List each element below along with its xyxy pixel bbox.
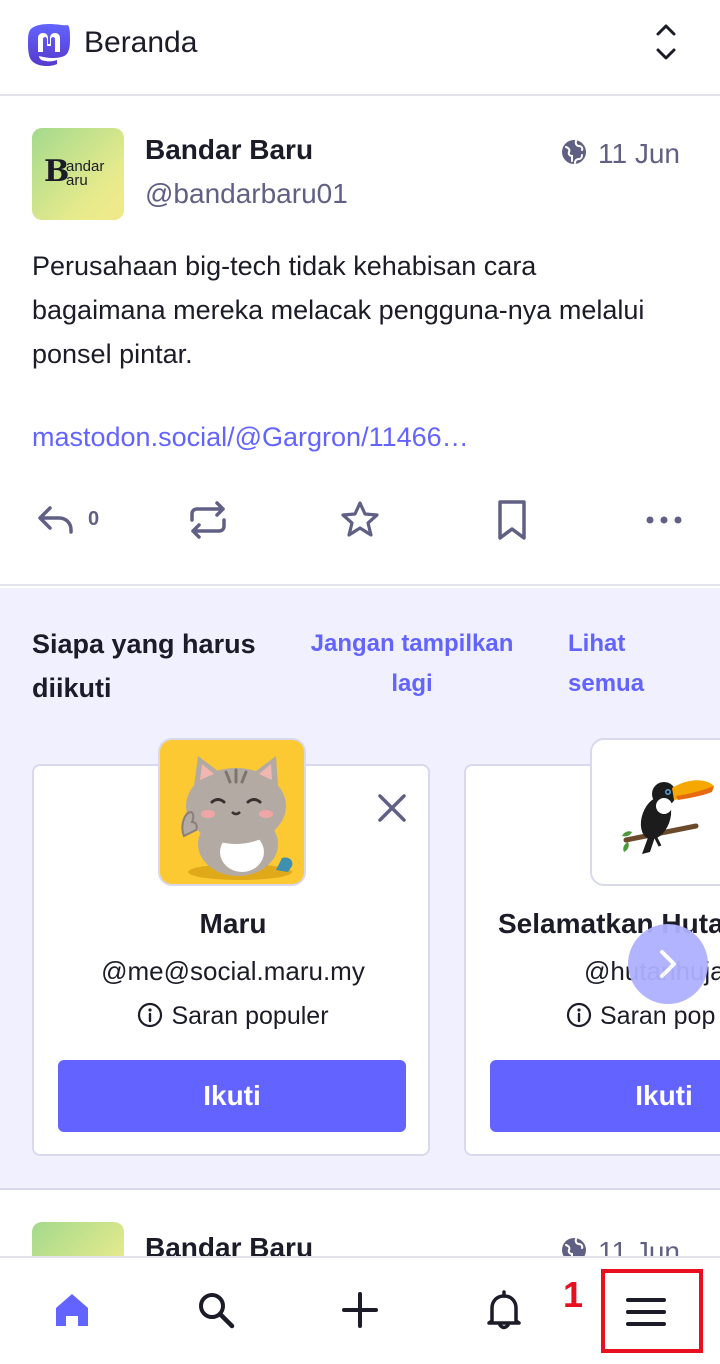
carousel-next-button[interactable] — [628, 924, 708, 1004]
avatar[interactable]: B andar aru — [32, 128, 124, 220]
author-display-name[interactable]: Bandar Baru — [145, 1232, 313, 1256]
suggestion-handle: @me@social.maru.my — [101, 956, 365, 986]
suggestion-reason-text: Saran populer — [171, 1002, 329, 1030]
cat-avatar-icon — [181, 756, 293, 880]
dismiss-suggestions-button[interactable]: Jangan tampilkan lagi — [300, 624, 524, 704]
bell-icon[interactable] — [484, 1290, 524, 1330]
home-icon[interactable] — [52, 1290, 92, 1330]
compose-icon[interactable] — [340, 1290, 380, 1330]
bookmark-icon[interactable] — [490, 498, 534, 542]
post-date[interactable]: 11 Jun — [598, 138, 680, 170]
avatar[interactable] — [32, 1222, 124, 1256]
chevron-up-down-icon[interactable] — [644, 20, 688, 64]
suggestion-name[interactable]: Maru — [34, 908, 432, 940]
info-icon — [566, 1002, 592, 1028]
post-date[interactable]: 11 Jun — [598, 1236, 680, 1256]
status-post[interactable]: Bandar Baru 11 Jun — [0, 1192, 720, 1256]
close-icon[interactable] — [374, 790, 410, 826]
reply-count: 0 — [88, 508, 100, 530]
annotation-number: 1 — [563, 1274, 584, 1315]
suggestion-card[interactable]: Maru @me@social.maru.my Saran populer Ik… — [32, 738, 432, 1156]
status-post[interactable]: B andar aru Bandar Baru @bandarbaru01 11… — [0, 96, 720, 586]
search-icon[interactable] — [196, 1290, 236, 1330]
avatar-text-bottom: aru — [66, 172, 88, 189]
info-icon — [138, 1002, 163, 1028]
globe-icon — [562, 1238, 586, 1256]
page-title: Beranda — [84, 26, 198, 59]
annotation-highlight-box — [601, 1269, 703, 1353]
author-display-name[interactable]: Bandar Baru — [145, 134, 313, 166]
app-header: Beranda — [0, 0, 720, 96]
post-link[interactable]: mastodon.social/@Gargron/11466… — [32, 422, 469, 453]
avatar[interactable] — [590, 738, 720, 886]
post-content: Perusahaan big-tech tidak kehabisan cara… — [32, 251, 645, 369]
follow-suggestions: Siapa yang harus diikuti Jangan tampilka… — [0, 588, 720, 1190]
reply-icon — [38, 506, 73, 534]
toucan-avatar-icon — [622, 780, 714, 854]
star-icon[interactable] — [338, 498, 382, 542]
globe-icon — [562, 140, 586, 164]
mastodon-logo-icon[interactable] — [26, 22, 72, 68]
follow-button[interactable]: Ikuti — [58, 1060, 406, 1132]
boost-icon[interactable] — [186, 498, 230, 542]
suggestions-title: Siapa yang harus diikuti — [32, 629, 256, 703]
suggestion-reason: Saran populer — [34, 1002, 432, 1031]
suggestion-reason: Saran pop — [566, 1002, 715, 1031]
avatar[interactable] — [158, 738, 306, 886]
chevron-right-icon — [660, 950, 676, 978]
more-icon[interactable] — [642, 498, 686, 542]
suggestion-reason-text: Saran pop — [600, 1002, 716, 1030]
see-all-link[interactable]: Lihat semua — [568, 624, 678, 704]
reply-button[interactable]: 0 — [36, 498, 106, 542]
author-handle[interactable]: @bandarbaru01 — [145, 178, 348, 210]
follow-button[interactable]: Ikuti — [490, 1060, 720, 1132]
